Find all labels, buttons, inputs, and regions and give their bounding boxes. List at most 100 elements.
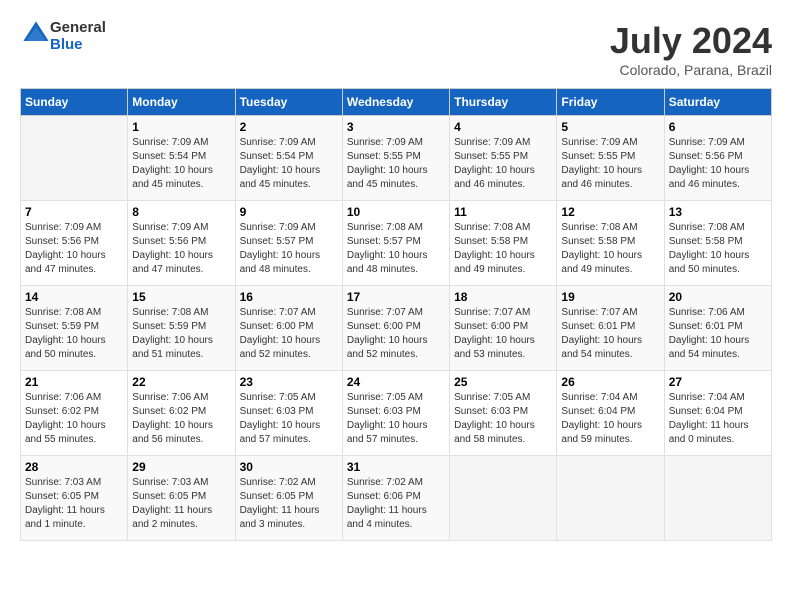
calendar-cell: 2Sunrise: 7:09 AMSunset: 5:54 PMDaylight… <box>235 116 342 201</box>
day-number: 9 <box>240 205 338 219</box>
calendar-cell: 28Sunrise: 7:03 AMSunset: 6:05 PMDayligh… <box>21 456 128 541</box>
day-info: Sunrise: 7:02 AMSunset: 6:05 PMDaylight:… <box>240 476 338 532</box>
logo-mark <box>20 20 50 53</box>
calendar-cell: 3 Sunrise: 7:09 AMSunset: 5:55 PMDaylight… <box>342 116 449 201</box>
calendar-cell: 23 Sunrise: 7:05 AMSunset: 6:03 PMDayligh… <box>235 371 342 456</box>
calendar-cell: 19 Sunrise: 7:07 AMSunset: 6:01 PMDayligh… <box>557 286 664 371</box>
calendar-cell: 12 Sunrise: 7:08 AMSunset: 5:58 PMDayligh… <box>557 201 664 286</box>
day-info: Sunrise: 7:08 AMSunset: 5:58 PMDaylight:… <box>561 221 659 277</box>
day-number: 31 <box>347 460 445 474</box>
calendar-cell: 30 Sunrise: 7:02 AMSunset: 6:05 PMDayligh… <box>235 456 342 541</box>
header-day-tuesday: Tuesday <box>235 89 342 116</box>
logo: General Blue <box>20 20 106 53</box>
day-info: Sunrise: 7:07 AMSunset: 6:01 PMDaylight:… <box>561 306 659 362</box>
day-info: Sunrise: 7:09 AMSunset: 5:57 PMDaylight:… <box>240 221 338 277</box>
calendar-body: 1 Sunrise: 7:09 AMSunset: 5:54 PMDaylight… <box>21 116 772 541</box>
day-info: Sunrise: 7:03 AMSunset: 6:05 PMDaylight:… <box>25 476 123 532</box>
calendar-cell: 6 Sunrise: 7:09 AMSunset: 5:56 PMDaylight… <box>664 116 771 201</box>
header-day-saturday: Saturday <box>664 89 771 116</box>
day-info: Sunrise: 7:05 AMSunset: 6:03 PMDaylight:… <box>240 391 338 447</box>
header-day-thursday: Thursday <box>450 89 557 116</box>
day-number: 19 <box>561 290 659 304</box>
calendar-cell: 4 Sunrise: 7:09 AMSunset: 5:55 PMDaylight… <box>450 116 557 201</box>
day-info: Sunrise: 7:07 AMSunset: 6:00 PMDaylight:… <box>454 306 552 362</box>
day-info: Sunrise: 7:02 AMSunset: 6:06 PMDaylight:… <box>347 476 445 532</box>
calendar-cell <box>450 456 557 541</box>
location-subtitle: Colorado, Parana, Brazil <box>610 62 772 78</box>
day-info: Sunrise: 7:08 AMSunset: 5:58 PMDaylight:… <box>454 221 552 277</box>
header-day-sunday: Sunday <box>21 89 128 116</box>
day-number: 1 <box>132 120 230 134</box>
day-number: 15 <box>132 290 230 304</box>
calendar-header: SundayMondayTuesdayWednesdayThursdayFrid… <box>21 89 772 116</box>
day-number: 4 <box>454 120 552 134</box>
day-number: 29 <box>132 460 230 474</box>
week-row-5: 28Sunrise: 7:03 AMSunset: 6:05 PMDayligh… <box>21 456 772 541</box>
day-info: Sunrise: 7:09 AMSunset: 5:55 PMDaylight:… <box>454 136 552 192</box>
title-block: July 2024 Colorado, Parana, Brazil <box>610 20 772 78</box>
logo-text: General Blue <box>50 20 106 53</box>
calendar-cell: 26Sunrise: 7:04 AMSunset: 6:04 PMDayligh… <box>557 371 664 456</box>
calendar-cell: 29 Sunrise: 7:03 AMSunset: 6:05 PMDayligh… <box>128 456 235 541</box>
calendar-cell: 7Sunrise: 7:09 AMSunset: 5:56 PMDaylight… <box>21 201 128 286</box>
day-number: 16 <box>240 290 338 304</box>
day-number: 3 <box>347 120 445 134</box>
day-number: 22 <box>132 375 230 389</box>
day-info: Sunrise: 7:03 AMSunset: 6:05 PMDaylight:… <box>132 476 230 532</box>
day-number: 13 <box>669 205 767 219</box>
day-info: Sunrise: 7:05 AMSunset: 6:03 PMDaylight:… <box>347 391 445 447</box>
day-number: 26 <box>561 375 659 389</box>
calendar-cell: 18Sunrise: 7:07 AMSunset: 6:00 PMDayligh… <box>450 286 557 371</box>
calendar-cell: 20 Sunrise: 7:06 AMSunset: 6:01 PMDayligh… <box>664 286 771 371</box>
calendar-cell: 27Sunrise: 7:04 AMSunset: 6:04 PMDayligh… <box>664 371 771 456</box>
day-info: Sunrise: 7:09 AMSunset: 5:55 PMDaylight:… <box>347 136 445 192</box>
calendar-cell: 22Sunrise: 7:06 AMSunset: 6:02 PMDayligh… <box>128 371 235 456</box>
day-info: Sunrise: 7:06 AMSunset: 6:02 PMDaylight:… <box>25 391 123 447</box>
logo-general: General <box>50 19 106 36</box>
calendar-cell: 13 Sunrise: 7:08 AMSunset: 5:58 PMDayligh… <box>664 201 771 286</box>
day-number: 17 <box>347 290 445 304</box>
day-info: Sunrise: 7:06 AMSunset: 6:01 PMDaylight:… <box>669 306 767 362</box>
calendar-cell: 9 Sunrise: 7:09 AMSunset: 5:57 PMDaylight… <box>235 201 342 286</box>
logo-blue: Blue <box>50 36 83 53</box>
calendar-cell <box>557 456 664 541</box>
day-info: Sunrise: 7:08 AMSunset: 5:59 PMDaylight:… <box>25 306 123 362</box>
calendar-cell: 17 Sunrise: 7:07 AMSunset: 6:00 PMDayligh… <box>342 286 449 371</box>
calendar-cell: 8Sunrise: 7:09 AMSunset: 5:56 PMDaylight… <box>128 201 235 286</box>
day-info: Sunrise: 7:07 AMSunset: 6:00 PMDaylight:… <box>347 306 445 362</box>
day-number: 7 <box>25 205 123 219</box>
day-info: Sunrise: 7:09 AMSunset: 5:56 PMDaylight:… <box>669 136 767 192</box>
week-row-1: 1 Sunrise: 7:09 AMSunset: 5:54 PMDaylight… <box>21 116 772 201</box>
month-year-title: July 2024 <box>610 20 772 62</box>
day-number: 10 <box>347 205 445 219</box>
day-number: 6 <box>669 120 767 134</box>
day-info: Sunrise: 7:07 AMSunset: 6:00 PMDaylight:… <box>240 306 338 362</box>
calendar-cell: 15 Sunrise: 7:08 AMSunset: 5:59 PMDayligh… <box>128 286 235 371</box>
day-number: 8 <box>132 205 230 219</box>
day-number: 23 <box>240 375 338 389</box>
day-number: 11 <box>454 205 552 219</box>
day-number: 12 <box>561 205 659 219</box>
week-row-3: 14 Sunrise: 7:08 AMSunset: 5:59 PMDayligh… <box>21 286 772 371</box>
day-number: 14 <box>25 290 123 304</box>
header-day-friday: Friday <box>557 89 664 116</box>
week-row-2: 7Sunrise: 7:09 AMSunset: 5:56 PMDaylight… <box>21 201 772 286</box>
calendar-cell: 1Sunrise: 7:09 AMSunset: 5:54 PMDaylight… <box>128 116 235 201</box>
calendar-cell <box>664 456 771 541</box>
header-day-wednesday: Wednesday <box>342 89 449 116</box>
calendar-cell: 16 Sunrise: 7:07 AMSunset: 6:00 PMDayligh… <box>235 286 342 371</box>
day-number: 20 <box>669 290 767 304</box>
day-info: Sunrise: 7:08 AMSunset: 5:58 PMDaylight:… <box>669 221 767 277</box>
calendar-cell: 24Sunrise: 7:05 AMSunset: 6:03 PMDayligh… <box>342 371 449 456</box>
day-info: Sunrise: 7:08 AMSunset: 5:57 PMDaylight:… <box>347 221 445 277</box>
day-info: Sunrise: 7:09 AMSunset: 5:54 PMDaylight:… <box>240 136 338 192</box>
calendar-cell: 5Sunrise: 7:09 AMSunset: 5:55 PMDaylight… <box>557 116 664 201</box>
day-number: 21 <box>25 375 123 389</box>
calendar-cell <box>21 116 128 201</box>
page-header: General Blue July 2024 Colorado, Parana,… <box>20 20 772 78</box>
day-number: 25 <box>454 375 552 389</box>
calendar-cell: 14 Sunrise: 7:08 AMSunset: 5:59 PMDayligh… <box>21 286 128 371</box>
day-number: 30 <box>240 460 338 474</box>
day-info: Sunrise: 7:08 AMSunset: 5:59 PMDaylight:… <box>132 306 230 362</box>
week-row-4: 21 Sunrise: 7:06 AMSunset: 6:02 PMDayligh… <box>21 371 772 456</box>
